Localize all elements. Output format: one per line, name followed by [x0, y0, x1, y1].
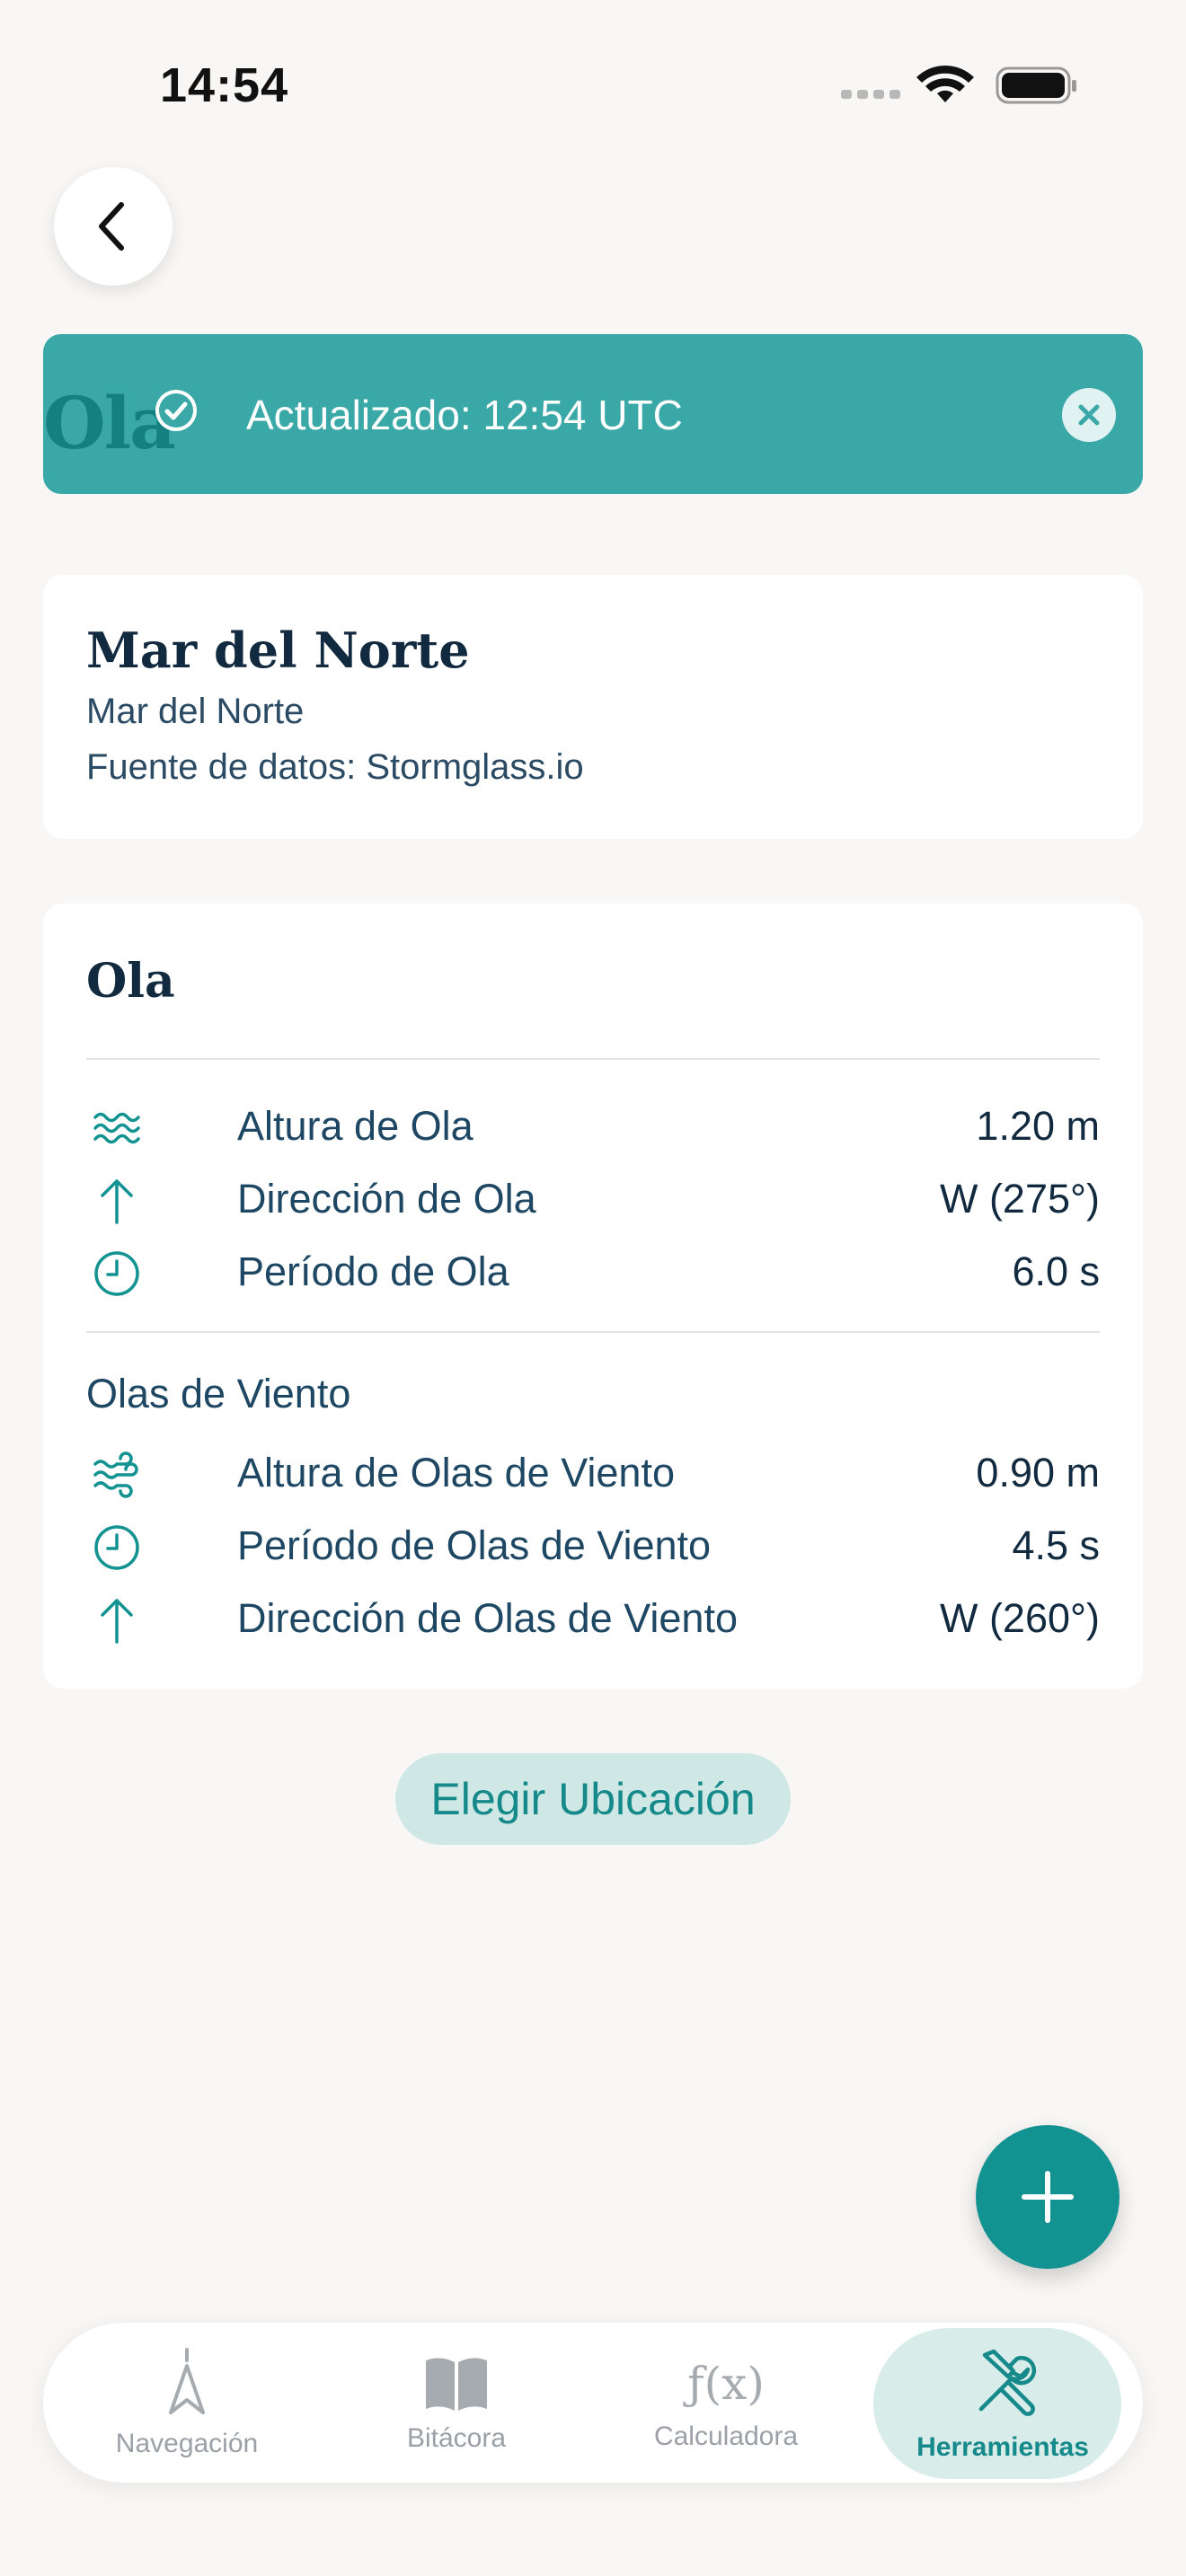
arrow-up-icon [101, 1599, 133, 1644]
wifi-icon [916, 66, 974, 102]
chevron-left-icon [99, 202, 124, 251]
tab-bar: Navegación Bitácora ƒ(x) Calculadora Her… [43, 2323, 1143, 2483]
row-value: 1.20 m [976, 1103, 1100, 1149]
tab-label: Herramientas [916, 2432, 1089, 2462]
tab-bitacora[interactable]: Bitácora [322, 2323, 591, 2483]
wave-section-title: Ola [86, 954, 175, 1009]
clock-icon [94, 1251, 139, 1296]
data-source: Fuente de datos: Stormglass.io [86, 747, 584, 787]
row-value: W (275°) [939, 1176, 1100, 1222]
function-icon: ƒ(x) [687, 2358, 765, 2410]
row-label: Altura de Olas de Viento [237, 1450, 675, 1495]
waves-icon [93, 1112, 140, 1144]
location-title: Mar del Norte [86, 622, 470, 679]
tab-label: Navegación [115, 2429, 259, 2458]
close-icon [1078, 404, 1100, 426]
tab-calculadora[interactable]: ƒ(x) Calculadora [591, 2323, 861, 2483]
compass-icon [169, 2348, 205, 2414]
wave-height-row: Altura de Ola 1.20 m [86, 1096, 1100, 1159]
wave-period-row: Período de Ola 6.0 s [86, 1241, 1100, 1304]
status-icons [841, 66, 1076, 104]
row-value: 4.5 s [1012, 1522, 1100, 1568]
wind-wave-period-row: Período de Olas de Viento 4.5 s [86, 1515, 1100, 1578]
back-button[interactable] [54, 167, 173, 286]
row-label: Dirección de Olas de Viento [237, 1595, 738, 1641]
row-label: Dirección de Ola [237, 1176, 536, 1222]
toast-message: Actualizado: 12:54 UTC [246, 392, 683, 438]
row-value: W (260°) [939, 1595, 1100, 1641]
row-label: Período de Ola [237, 1248, 509, 1294]
wind-wave-height-row: Altura de Olas de Viento 0.90 m [86, 1442, 1100, 1505]
cellular-signal-icon [841, 90, 900, 99]
wave-card: Ola Altura de Ola 1.20 m Dirección de Ol… [43, 904, 1143, 1689]
wind-wave-direction-row: Dirección de Olas de Viento W (260°) [86, 1588, 1100, 1651]
add-button[interactable] [976, 2125, 1120, 2269]
divider [86, 1331, 1100, 1333]
tools-icon [978, 2349, 1037, 2416]
row-label: Período de Olas de Viento [237, 1522, 712, 1568]
row-value: 6.0 s [1012, 1248, 1100, 1294]
tab-herramientas[interactable]: Herramientas [873, 2323, 1143, 2483]
wind-icon [93, 1451, 138, 1498]
divider [86, 1058, 1100, 1060]
location-card: Mar del Norte Mar del Norte Fuente de da… [43, 575, 1143, 839]
toast-close-button[interactable] [1062, 388, 1116, 442]
check-circle-icon [155, 390, 197, 431]
book-icon [426, 2358, 487, 2411]
battery-icon [996, 66, 1076, 104]
clock-icon [94, 1525, 139, 1570]
plus-icon [1022, 2171, 1074, 2223]
location-subtitle: Mar del Norte [86, 692, 305, 731]
wind-waves-subtitle: Olas de Viento [86, 1371, 351, 1416]
row-value: 0.90 m [976, 1450, 1100, 1495]
tab-label: Calculadora [653, 2422, 799, 2451]
wave-direction-row: Dirección de Ola W (275°) [86, 1169, 1100, 1231]
update-toast: Ola Actualizado: 12:54 UTC [43, 334, 1143, 494]
status-time: 14:54 [160, 58, 289, 112]
choose-location-button[interactable]: Elegir Ubicación [395, 1753, 791, 1845]
tab-label: Bitácora [406, 2423, 507, 2453]
arrow-up-icon [101, 1179, 133, 1224]
tab-navegacion[interactable]: Navegación [52, 2323, 322, 2483]
row-label: Altura de Ola [237, 1103, 474, 1149]
